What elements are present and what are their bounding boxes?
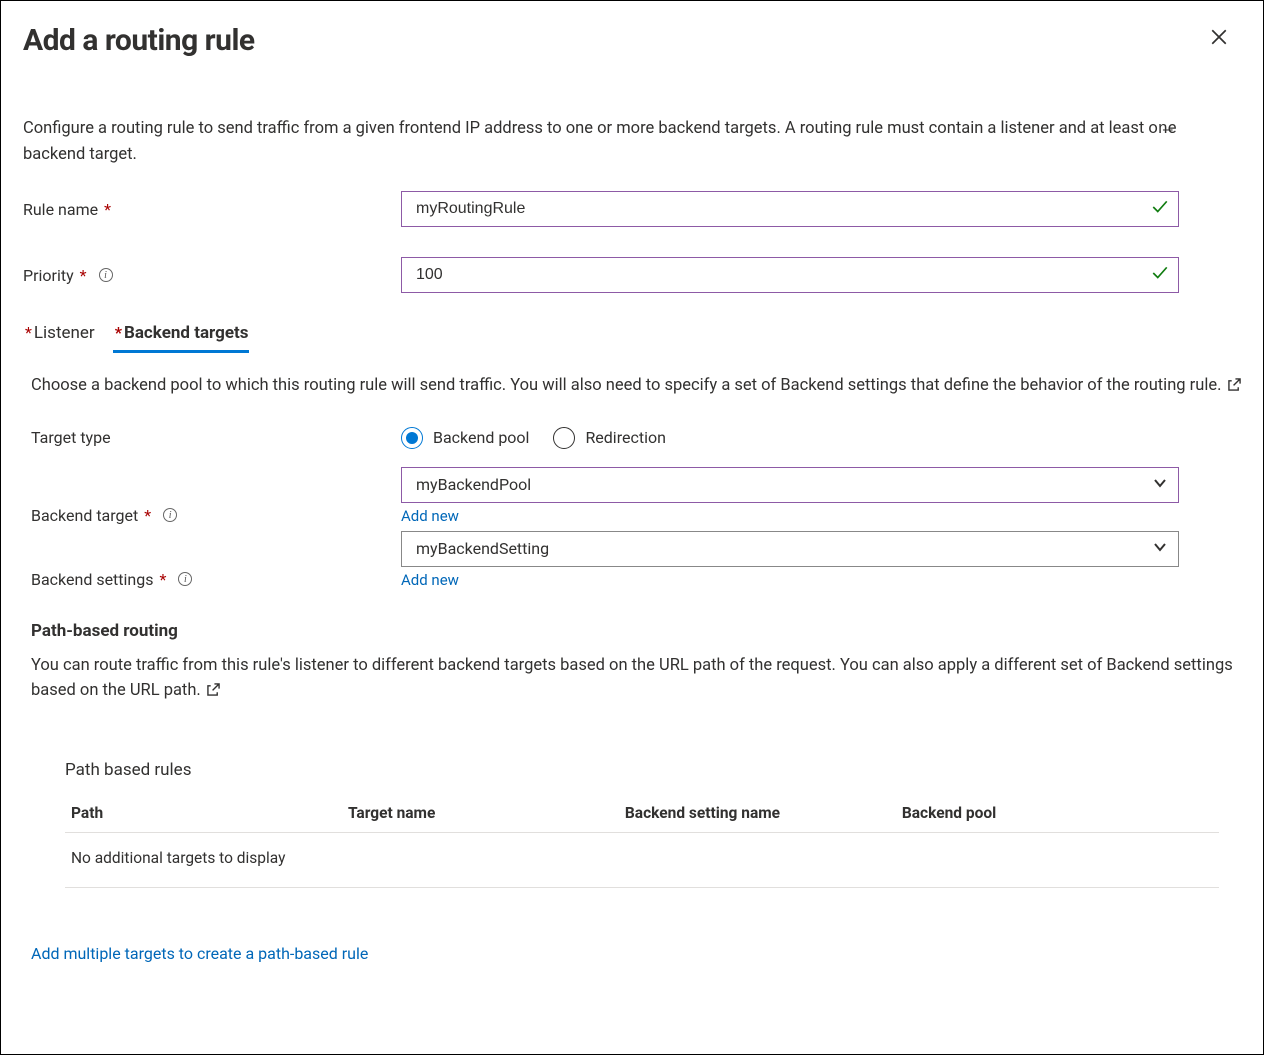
radio-backend-pool[interactable]: Backend pool <box>401 427 529 449</box>
backend-settings-select[interactable]: myBackendSetting <box>401 531 1179 567</box>
col-path: Path <box>65 796 342 833</box>
radio-icon <box>401 427 423 449</box>
tab-listener[interactable]: *Listener <box>23 323 95 353</box>
col-target-name: Target name <box>342 796 619 833</box>
add-path-targets-link[interactable]: Add multiple targets to create a path-ba… <box>23 944 1241 963</box>
required-marker: * <box>104 200 111 219</box>
page-title: Add a routing rule <box>23 23 255 58</box>
add-routing-rule-panel: Add a routing rule Configure a routing r… <box>0 0 1264 1055</box>
rule-name-input[interactable] <box>401 191 1179 227</box>
priority-input[interactable] <box>401 257 1179 293</box>
panel-description: Configure a routing rule to send traffic… <box>23 116 1241 167</box>
required-marker: * <box>144 506 151 525</box>
external-link-icon[interactable] <box>207 683 220 696</box>
table-header-row: Path Target name Backend setting name Ba… <box>65 796 1219 833</box>
path-based-routing-heading: Path-based routing <box>23 621 1241 641</box>
backend-targets-description: Choose a backend pool to which this rout… <box>23 373 1241 399</box>
checkmark-icon <box>1151 264 1169 286</box>
external-link-icon[interactable] <box>1228 378 1241 391</box>
text-cursor: n̶ <box>1158 116 1168 142</box>
backend-target-add-new-link[interactable]: Add new <box>401 507 1179 525</box>
required-marker: * <box>80 266 87 285</box>
tab-backend-targets[interactable]: *Backend targets <box>113 323 249 353</box>
checkmark-icon <box>1151 198 1169 220</box>
target-type-label: Target type <box>23 428 401 447</box>
backend-target-select[interactable]: myBackendPool <box>401 467 1179 503</box>
col-backend-pool: Backend pool <box>896 796 1219 833</box>
backend-settings-add-new-link[interactable]: Add new <box>401 571 1179 589</box>
info-icon[interactable]: i <box>163 508 177 522</box>
chevron-down-icon <box>1153 540 1167 558</box>
backend-settings-label: Backend settings* i <box>23 570 401 589</box>
col-backend-setting-name: Backend setting name <box>619 796 896 833</box>
path-based-routing-description: You can route traffic from this rule's l… <box>23 653 1241 704</box>
path-rules-table: Path Target name Backend setting name Ba… <box>65 796 1219 888</box>
radio-redirection[interactable]: Redirection <box>553 427 665 449</box>
backend-target-label: Backend target* i <box>23 506 401 525</box>
close-icon <box>1210 28 1228 46</box>
table-row: No additional targets to display <box>65 832 1219 887</box>
info-icon[interactable]: i <box>178 572 192 586</box>
empty-row-message: No additional targets to display <box>65 832 1219 887</box>
path-rules-title: Path based rules <box>65 760 1219 780</box>
required-marker: * <box>160 570 167 589</box>
priority-label: Priority* i <box>23 266 401 285</box>
rule-name-label: Rule name* <box>23 200 401 219</box>
chevron-down-icon <box>1153 476 1167 494</box>
close-button[interactable] <box>1203 21 1235 53</box>
radio-icon <box>553 427 575 449</box>
info-icon[interactable]: i <box>99 268 113 282</box>
